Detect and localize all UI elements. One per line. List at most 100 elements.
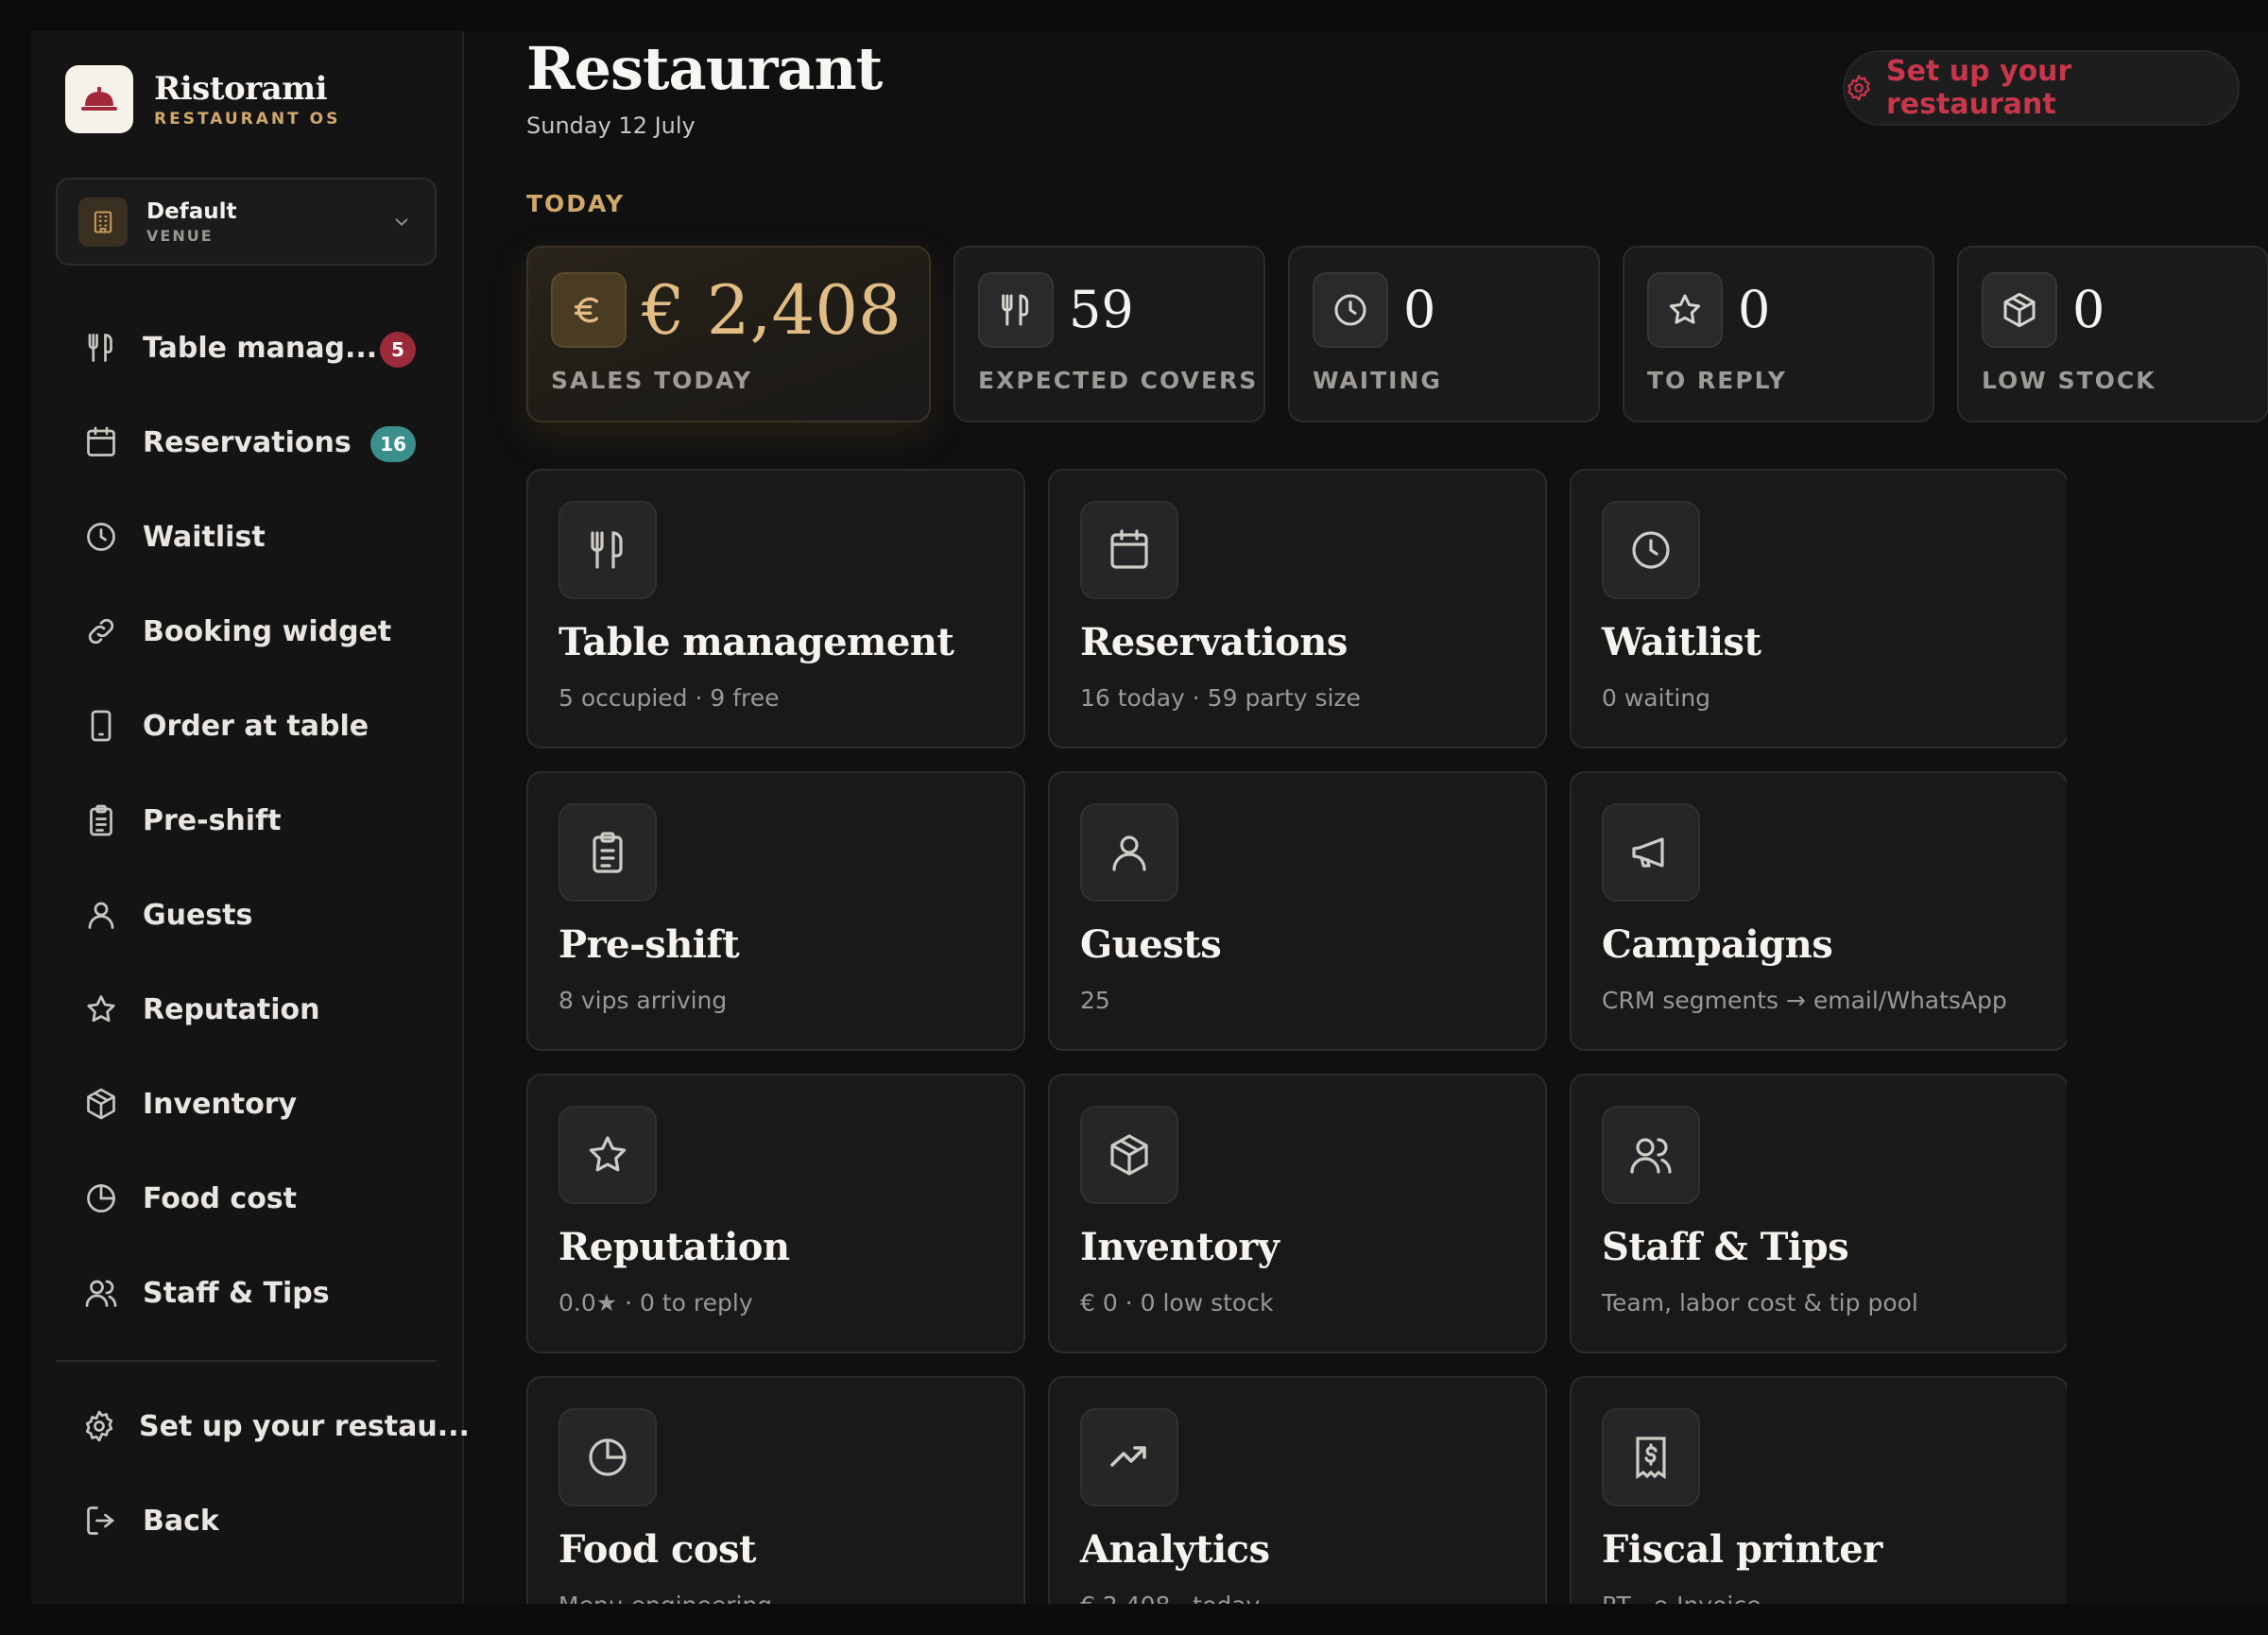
stat-label: EXPECTED COVERS <box>978 367 1259 394</box>
sidebar-item-back[interactable]: Back <box>56 1473 437 1568</box>
sidebar-item-label: Table manag... <box>143 331 378 365</box>
tile-reputation[interactable]: Reputation 0.0★ · 0 to reply <box>526 1074 1025 1353</box>
sidebar-item-label: Staff & Tips <box>143 1276 330 1310</box>
link-icon <box>82 612 120 650</box>
clipboard-icon <box>82 801 120 839</box>
sidebar-item-waitlist[interactable]: Waitlist <box>56 490 437 584</box>
tile-fiscal-printer[interactable]: Fiscal printer RT · e-Invoice <box>1570 1376 2067 1604</box>
venue-name: Default <box>146 198 237 224</box>
brand[interactable]: Ristorami RESTAURANT OS <box>65 65 340 133</box>
stat-card-sales[interactable]: € 2,408 SALES TODAY <box>526 246 931 422</box>
stat-label: SALES TODAY <box>551 367 753 394</box>
star-icon <box>558 1106 657 1204</box>
sidebar-item-food-cost[interactable]: Food cost <box>56 1151 437 1246</box>
sidebar-item-pre-shift[interactable]: Pre-shift <box>56 773 437 868</box>
tile-waitlist[interactable]: Waitlist 0 waiting <box>1570 469 2067 749</box>
tile-subtitle: 0.0★ · 0 to reply <box>558 1289 753 1317</box>
brand-subtitle: RESTAURANT OS <box>154 110 341 129</box>
sidebar-item-label: Guests <box>143 898 253 932</box>
tile-subtitle: Menu engineering <box>558 1592 772 1604</box>
chevron-down-icon <box>391 212 412 232</box>
setup-button-label: Set up your restaurant <box>1886 55 2072 121</box>
sidebar-item-label: Waitlist <box>143 520 266 554</box>
stat-value: 0 <box>2072 280 2105 339</box>
tile-inventory[interactable]: Inventory € 0 · 0 low stock <box>1048 1074 1547 1353</box>
box-icon <box>1080 1106 1178 1204</box>
tile-title: Analytics <box>1080 1527 1270 1572</box>
tile-title: Fiscal printer <box>1602 1527 1882 1572</box>
users-icon <box>82 1274 120 1312</box>
user-icon <box>82 896 120 934</box>
sidebar-item-inventory[interactable]: Inventory <box>56 1057 437 1151</box>
box-icon <box>1982 272 2057 348</box>
tile-subtitle: 0 waiting <box>1602 684 1711 712</box>
calendar-icon <box>82 423 120 461</box>
calendar-icon <box>1080 501 1178 599</box>
tile-subtitle: € 0 · 0 low stock <box>1080 1289 1274 1317</box>
clock-icon <box>1602 501 1700 599</box>
sidebar-item-setup[interactable]: Set up your restau... <box>56 1379 470 1473</box>
sidebar-item-guests[interactable]: Guests <box>56 868 437 962</box>
sidebar-item-label: Food cost <box>143 1181 298 1215</box>
tile-staff-tips[interactable]: Staff & Tips Team, labor cost & tip pool <box>1570 1074 2067 1353</box>
tile-title: Guests <box>1080 922 1222 967</box>
sidebar-item-order-at-table[interactable]: Order at table <box>56 679 437 773</box>
tile-subtitle: € 2,408 · today <box>1080 1592 1260 1604</box>
sidebar-item-label: Order at table <box>143 709 369 743</box>
setup-restaurant-button[interactable]: Set up your restaurant <box>1843 50 2240 126</box>
tile-subtitle: 5 occupied · 9 free <box>558 684 780 712</box>
user-icon <box>1080 803 1178 902</box>
table-count-badge: 5 <box>380 332 416 368</box>
euro-icon <box>551 272 627 348</box>
sidebar-item-reputation[interactable]: Reputation <box>56 962 437 1057</box>
app-window: Ristorami RESTAURANT OS Default VENUE Ta… <box>31 31 2268 1604</box>
utensils-icon <box>82 329 120 367</box>
sidebar-item-reservations[interactable]: Reservations 16 <box>56 395 437 490</box>
tile-analytics[interactable]: Analytics € 2,408 · today <box>1048 1376 1547 1604</box>
pie-chart-icon <box>558 1408 657 1506</box>
sidebar-item-staff-tips[interactable]: Staff & Tips <box>56 1246 437 1340</box>
sidebar-item-booking-widget[interactable]: Booking widget <box>56 584 437 679</box>
stat-value: 59 <box>1069 280 1134 339</box>
clock-icon <box>1313 272 1388 348</box>
tile-subtitle: 25 <box>1080 987 1110 1014</box>
stat-card-low-stock[interactable]: 0 LOW STOCK <box>1957 246 2268 422</box>
phone-icon <box>82 707 120 745</box>
tile-food-cost[interactable]: Food cost Menu engineering <box>526 1376 1025 1604</box>
receipt-icon <box>1602 1408 1700 1506</box>
sidebar-item-label: Reputation <box>143 992 320 1026</box>
gear-icon <box>82 1407 116 1445</box>
tile-reservations[interactable]: Reservations 16 today · 59 party size <box>1048 469 1547 749</box>
stat-label: WAITING <box>1313 367 1442 394</box>
tile-guests[interactable]: Guests 25 <box>1048 771 1547 1051</box>
sidebar-item-label: Reservations <box>143 425 352 459</box>
tile-subtitle: RT · e-Invoice <box>1602 1592 1761 1604</box>
page-date: Sunday 12 July <box>526 112 696 139</box>
tile-title: Staff & Tips <box>1602 1225 1849 1269</box>
tile-table-management[interactable]: Table management 5 occupied · 9 free <box>526 469 1025 749</box>
utensils-icon <box>978 272 1054 348</box>
tile-title: Reservations <box>1080 620 1348 664</box>
stat-card-covers[interactable]: 59 EXPECTED COVERS <box>954 246 1265 422</box>
stat-label: TO REPLY <box>1647 367 1787 394</box>
stat-card-to-reply[interactable]: 0 TO REPLY <box>1623 246 1934 422</box>
sidebar-item-table-management[interactable]: Table manag... 5 <box>56 301 437 395</box>
star-icon <box>82 990 120 1028</box>
box-icon <box>82 1085 120 1123</box>
module-grid: Table management 5 occupied · 9 free Res… <box>526 469 2067 1604</box>
tile-subtitle: Team, labor cost & tip pool <box>1602 1289 1918 1317</box>
stat-value: 0 <box>1403 280 1436 339</box>
sidebar-nav: Table manag... 5 Reservations 16 Waitlis… <box>56 301 437 1340</box>
users-icon <box>1602 1106 1700 1204</box>
gear-icon <box>1845 74 1873 102</box>
pie-chart-icon <box>82 1179 120 1217</box>
megaphone-icon <box>1602 803 1700 902</box>
venue-selector[interactable]: Default VENUE <box>56 178 437 266</box>
stat-card-waiting[interactable]: 0 WAITING <box>1288 246 1600 422</box>
tile-pre-shift[interactable]: Pre-shift 8 vips arriving <box>526 771 1025 1051</box>
tile-title: Food cost <box>558 1527 757 1572</box>
sidebar-item-label: Booking widget <box>143 614 392 648</box>
sidebar: Ristorami RESTAURANT OS Default VENUE Ta… <box>31 31 470 1604</box>
reservations-count-badge: 16 <box>370 426 416 462</box>
tile-campaigns[interactable]: Campaigns CRM segments → email/WhatsApp <box>1570 771 2067 1051</box>
